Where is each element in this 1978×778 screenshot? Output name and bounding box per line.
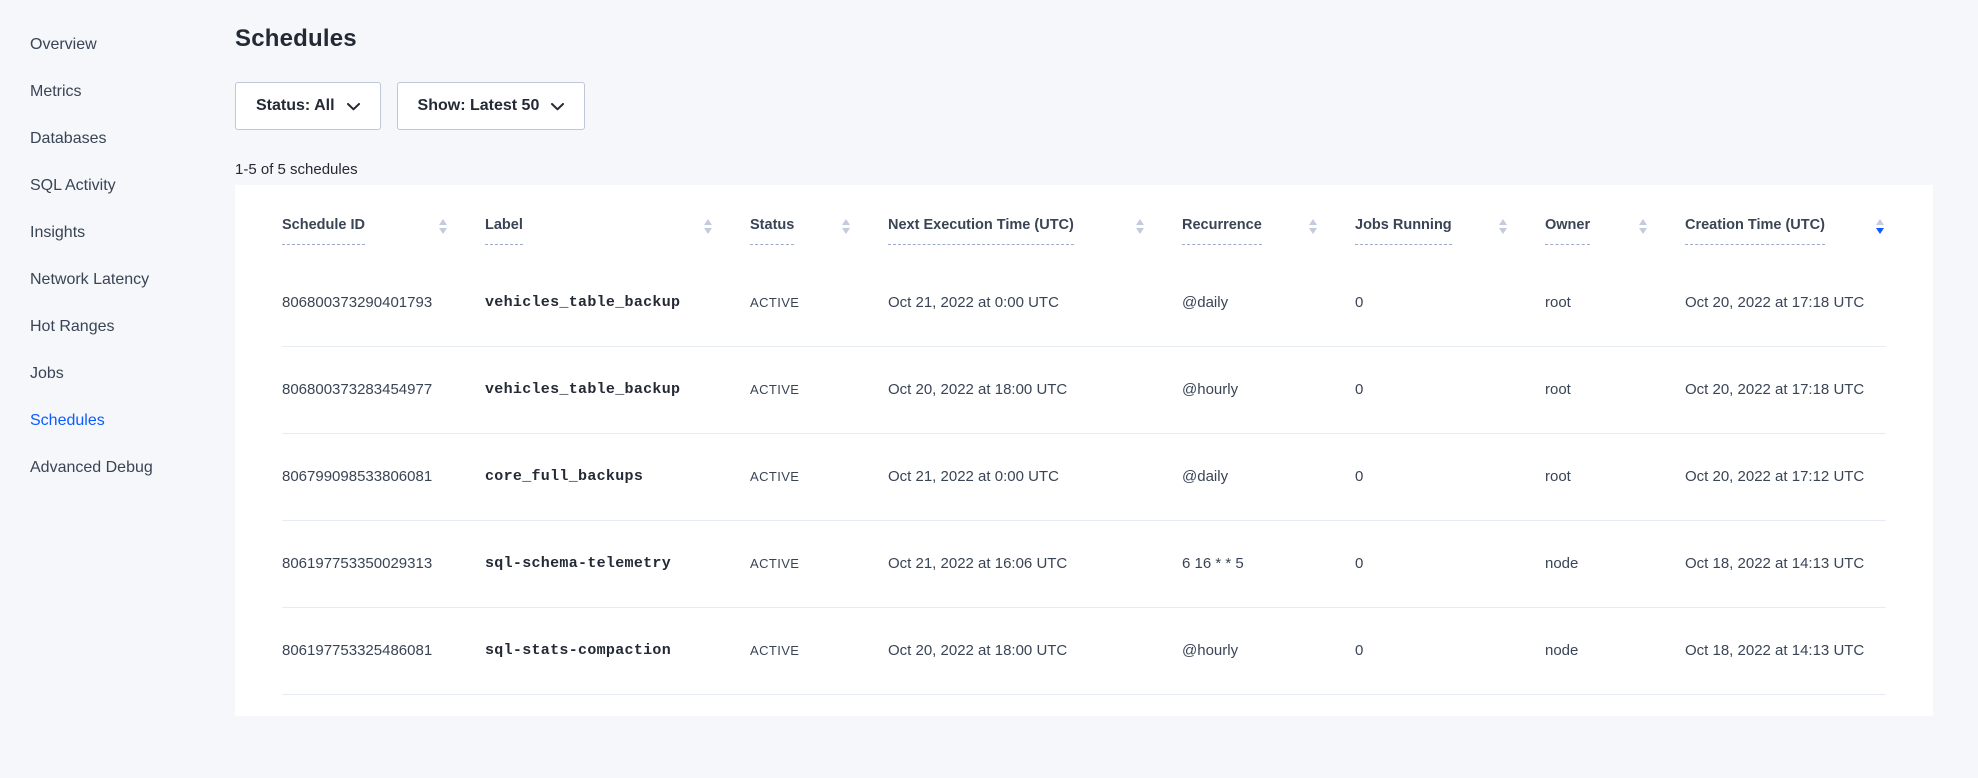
- status-filter-label: Status: All: [256, 97, 335, 115]
- sidebar: Overview Metrics Databases SQL Activity …: [0, 0, 235, 778]
- results-count: 1-5 of 5 schedules: [235, 161, 1978, 178]
- cell-label: sql-schema-telemetry: [485, 520, 750, 607]
- cell-owner: root: [1545, 433, 1685, 520]
- cell-recurrence: @hourly: [1182, 607, 1355, 694]
- cell-jobs-running: 0: [1355, 259, 1545, 346]
- cell-creation-time: Oct 20, 2022 at 17:18 UTC: [1685, 346, 1886, 433]
- chevron-down-icon: [347, 103, 360, 111]
- column-header-label: Next Execution Time (UTC): [888, 217, 1074, 245]
- column-header-schedule-id[interactable]: Schedule ID: [282, 185, 485, 259]
- cell-schedule-id: 806197753325486081: [282, 607, 485, 694]
- cell-status: ACTIVE: [750, 346, 888, 433]
- column-header-status[interactable]: Status: [750, 185, 888, 259]
- column-header-label[interactable]: Label: [485, 185, 750, 259]
- cell-status: ACTIVE: [750, 433, 888, 520]
- cell-owner: root: [1545, 346, 1685, 433]
- column-header-label: Status: [750, 217, 794, 245]
- cell-next-execution: Oct 21, 2022 at 0:00 UTC: [888, 433, 1182, 520]
- cell-jobs-running: 0: [1355, 520, 1545, 607]
- cell-next-execution: Oct 20, 2022 at 18:00 UTC: [888, 607, 1182, 694]
- column-header-jobs-running[interactable]: Jobs Running: [1355, 185, 1545, 259]
- cell-creation-time: Oct 18, 2022 at 14:13 UTC: [1685, 520, 1886, 607]
- main-content: Schedules Status: All Show: Latest 50 1-…: [235, 0, 1978, 716]
- column-header-next-execution-time[interactable]: Next Execution Time (UTC): [888, 185, 1182, 259]
- sidebar-item-insights[interactable]: Insights: [30, 224, 235, 242]
- cell-label: core_full_backups: [485, 433, 750, 520]
- cell-jobs-running: 0: [1355, 346, 1545, 433]
- cell-status: ACTIVE: [750, 259, 888, 346]
- table-row: 806800373290401793 vehicles_table_backup…: [282, 259, 1886, 346]
- table-row: 806800373283454977 vehicles_table_backup…: [282, 346, 1886, 433]
- sidebar-item-metrics[interactable]: Metrics: [30, 83, 235, 101]
- column-header-recurrence[interactable]: Recurrence: [1182, 185, 1355, 259]
- column-header-label: Schedule ID: [282, 217, 365, 245]
- column-header-label: Recurrence: [1182, 217, 1262, 245]
- sort-icon[interactable]: [1309, 219, 1317, 234]
- cell-label: sql-stats-compaction: [485, 607, 750, 694]
- sidebar-item-overview[interactable]: Overview: [30, 36, 235, 54]
- table-row: 806799098533806081 core_full_backups ACT…: [282, 433, 1886, 520]
- sort-icon[interactable]: [704, 219, 712, 234]
- chevron-down-icon: [551, 103, 564, 111]
- sidebar-item-sql-activity[interactable]: SQL Activity: [30, 177, 235, 195]
- cell-jobs-running: 0: [1355, 607, 1545, 694]
- cell-creation-time: Oct 20, 2022 at 17:18 UTC: [1685, 259, 1886, 346]
- cell-recurrence: @daily: [1182, 259, 1355, 346]
- column-header-label: Creation Time (UTC): [1685, 217, 1825, 245]
- column-header-label: Jobs Running: [1355, 217, 1452, 245]
- cell-next-execution: Oct 21, 2022 at 0:00 UTC: [888, 259, 1182, 346]
- sidebar-item-schedules[interactable]: Schedules: [30, 412, 235, 430]
- cell-creation-time: Oct 18, 2022 at 14:13 UTC: [1685, 607, 1886, 694]
- column-header-label: Label: [485, 217, 523, 245]
- cell-next-execution: Oct 21, 2022 at 16:06 UTC: [888, 520, 1182, 607]
- cell-schedule-id: 806800373290401793: [282, 259, 485, 346]
- table-row: 806197753325486081 sql-stats-compaction …: [282, 607, 1886, 694]
- column-header-creation-time[interactable]: Creation Time (UTC): [1685, 185, 1886, 259]
- page-title: Schedules: [235, 24, 1978, 54]
- cell-label: vehicles_table_backup: [485, 259, 750, 346]
- cell-label: vehicles_table_backup: [485, 346, 750, 433]
- cell-recurrence: @hourly: [1182, 346, 1355, 433]
- cell-recurrence: @daily: [1182, 433, 1355, 520]
- sort-icon[interactable]: [439, 219, 447, 234]
- sidebar-item-databases[interactable]: Databases: [30, 130, 235, 148]
- show-filter-label: Show: Latest 50: [418, 97, 540, 115]
- filter-bar: Status: All Show: Latest 50: [235, 82, 1978, 130]
- cell-creation-time: Oct 20, 2022 at 17:12 UTC: [1685, 433, 1886, 520]
- sort-icon[interactable]: [1639, 219, 1647, 234]
- sort-icon[interactable]: [1136, 219, 1144, 234]
- cell-owner: root: [1545, 259, 1685, 346]
- sidebar-item-network-latency[interactable]: Network Latency: [30, 271, 235, 289]
- sort-icon[interactable]: [1499, 219, 1507, 234]
- cell-status: ACTIVE: [750, 520, 888, 607]
- cell-owner: node: [1545, 520, 1685, 607]
- sort-icon-active-desc[interactable]: [1876, 219, 1884, 234]
- sidebar-item-advanced-debug[interactable]: Advanced Debug: [30, 459, 235, 477]
- sidebar-item-jobs[interactable]: Jobs: [30, 365, 235, 383]
- table-row: 806197753350029313 sql-schema-telemetry …: [282, 520, 1886, 607]
- cell-owner: node: [1545, 607, 1685, 694]
- show-filter-dropdown[interactable]: Show: Latest 50: [397, 82, 586, 130]
- cell-schedule-id: 806800373283454977: [282, 346, 485, 433]
- column-header-label: Owner: [1545, 217, 1590, 245]
- schedules-table-card: Schedule ID Label Status: [235, 185, 1933, 716]
- table-header-row: Schedule ID Label Status: [282, 185, 1886, 259]
- cell-jobs-running: 0: [1355, 433, 1545, 520]
- cell-recurrence: 6 16 * * 5: [1182, 520, 1355, 607]
- cell-status: ACTIVE: [750, 607, 888, 694]
- column-header-owner[interactable]: Owner: [1545, 185, 1685, 259]
- schedules-table: Schedule ID Label Status: [282, 185, 1886, 695]
- cell-schedule-id: 806799098533806081: [282, 433, 485, 520]
- cell-schedule-id: 806197753350029313: [282, 520, 485, 607]
- cell-next-execution: Oct 20, 2022 at 18:00 UTC: [888, 346, 1182, 433]
- sort-icon[interactable]: [842, 219, 850, 234]
- status-filter-dropdown[interactable]: Status: All: [235, 82, 381, 130]
- sidebar-item-hot-ranges[interactable]: Hot Ranges: [30, 318, 235, 336]
